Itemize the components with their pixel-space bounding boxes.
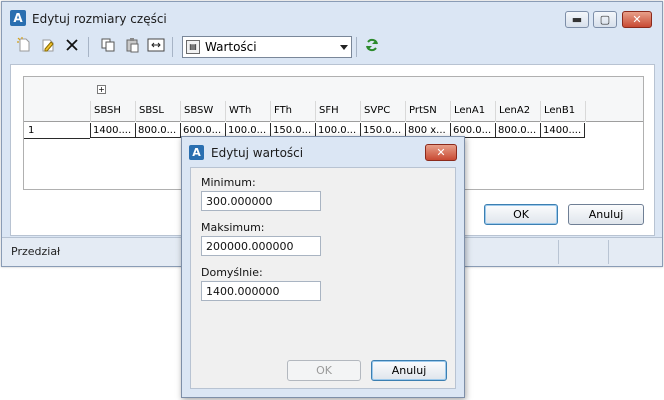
row-index: 1 <box>28 125 35 136</box>
refresh-icon[interactable] <box>362 37 382 57</box>
chevron-down-icon <box>340 45 348 50</box>
column-header[interactable]: SFH <box>315 101 360 122</box>
values-dropdown-label: Wartości <box>205 40 257 54</box>
delete-icon[interactable] <box>62 37 82 57</box>
column-header[interactable]: SBSW <box>180 101 225 122</box>
new-row-icon[interactable] <box>14 37 34 57</box>
row-border <box>24 138 90 139</box>
table-icon: ▤ <box>186 40 200 54</box>
status-divider <box>558 240 559 264</box>
toolbar-separator <box>356 37 357 57</box>
default-label: Domyślnie: <box>201 266 263 279</box>
status-divider <box>608 240 609 264</box>
insert-column-icon[interactable] <box>146 37 166 57</box>
window-title: Edytuj rozmiary części <box>32 12 167 26</box>
minimize-button[interactable]: ▬ <box>565 11 589 28</box>
cancel-button[interactable]: Anuluj <box>568 204 644 225</box>
column-divider <box>585 101 589 122</box>
status-text: Przedział <box>11 245 61 258</box>
minimum-input[interactable] <box>201 191 321 211</box>
column-header[interactable]: LenB1 <box>540 101 585 122</box>
title-bar[interactable]: A Edytuj rozmiary części ▬ ▢ ✕ <box>2 2 662 35</box>
edit-values-dialog: A Edytuj wartości ✕ Minimum: Maksimum: D… <box>181 136 465 398</box>
column-header[interactable]: SBSL <box>135 101 180 122</box>
paste-icon[interactable] <box>122 37 142 57</box>
ok-button[interactable]: OK <box>484 204 558 225</box>
table-cell[interactable]: 800.0... <box>495 123 540 138</box>
column-header[interactable]: WTh <box>225 101 270 122</box>
autocad-logo-icon: A <box>10 10 26 26</box>
column-header[interactable]: LenA2 <box>495 101 540 122</box>
dialog-body: Minimum: Maksimum: Domyślnie: OK Anuluj <box>190 167 456 389</box>
dialog-title: Edytuj wartości <box>211 146 304 160</box>
column-header[interactable]: SBSH <box>90 101 135 122</box>
maximum-input[interactable] <box>201 236 321 256</box>
column-header[interactable]: SVPC <box>360 101 405 122</box>
dialog-ok-button[interactable]: OK <box>287 360 361 381</box>
close-button[interactable]: ✕ <box>622 11 652 28</box>
table-cell[interactable]: 1400.... <box>90 123 135 138</box>
table-cell[interactable]: 1400.... <box>540 123 585 138</box>
grid-header: + SBSH SBSL SBSW WTh FTh SFH SVPC PrtSN … <box>24 77 643 122</box>
toolbar-separator <box>172 37 173 57</box>
toolbar-separator <box>88 37 89 57</box>
minimum-label: Minimum: <box>201 176 256 189</box>
maximize-button[interactable]: ▢ <box>593 11 617 28</box>
table-cell[interactable]: 800.0... <box>135 123 180 138</box>
column-header[interactable]: FTh <box>270 101 315 122</box>
default-input[interactable] <box>201 281 321 301</box>
autocad-logo-icon: A <box>189 145 204 160</box>
toolbar: ▤ Wartości <box>10 35 655 59</box>
copy-icon[interactable] <box>98 37 118 57</box>
dialog-cancel-button[interactable]: Anuluj <box>371 360 447 381</box>
dialog-close-button[interactable]: ✕ <box>425 144 457 161</box>
column-header[interactable]: LenA1 <box>450 101 495 122</box>
edit-row-icon[interactable] <box>38 37 58 57</box>
column-header[interactable]: PrtSN <box>405 101 450 122</box>
values-dropdown[interactable]: ▤ Wartości <box>182 36 352 58</box>
expand-icon[interactable]: + <box>97 85 106 94</box>
maximum-label: Maksimum: <box>201 221 265 234</box>
